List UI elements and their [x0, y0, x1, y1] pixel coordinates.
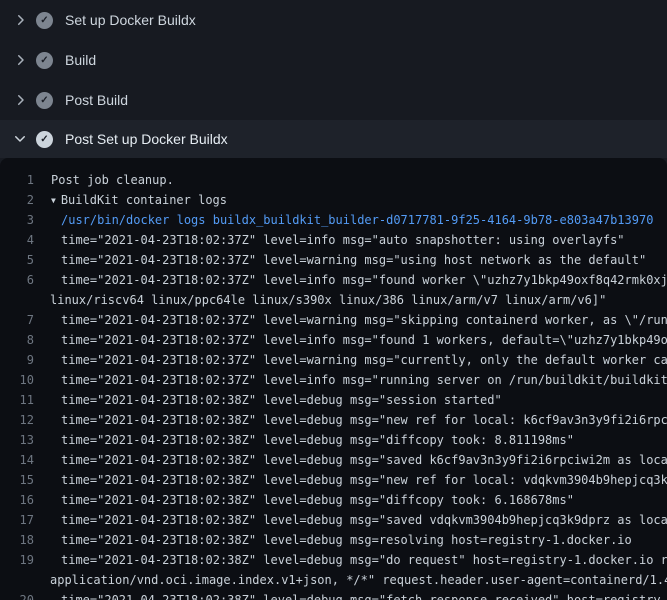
- log-text: time="2021-04-23T18:02:37Z" level=warnin…: [34, 250, 646, 270]
- line-number[interactable]: 4: [0, 230, 34, 250]
- line-number[interactable]: 13: [0, 430, 34, 450]
- line-number[interactable]: 8: [0, 330, 34, 350]
- check-circle-icon: ✓: [36, 52, 53, 69]
- log-line: 12time="2021-04-23T18:02:38Z" level=debu…: [0, 410, 667, 430]
- triangle-down-icon: ▼: [51, 196, 56, 205]
- step-label: Build: [65, 52, 96, 68]
- log-text: time="2021-04-23T18:02:37Z" level=info m…: [34, 370, 667, 390]
- check-circle-icon: ✓: [36, 92, 53, 109]
- log-text: time="2021-04-23T18:02:37Z" level=warnin…: [34, 310, 667, 330]
- log-line: 9time="2021-04-23T18:02:37Z" level=warni…: [0, 350, 667, 370]
- log-text: linux/riscv64 linux/ppc64le linux/s390x …: [34, 290, 606, 310]
- line-number[interactable]: 11: [0, 390, 34, 410]
- step-post-set-up-docker-buildx[interactable]: ✓ Post Set up Docker Buildx: [0, 120, 667, 158]
- log-group-header[interactable]: 2▼BuildKit container logs: [0, 190, 667, 210]
- log-line: 16time="2021-04-23T18:02:38Z" level=debu…: [0, 490, 667, 510]
- line-number[interactable]: 10: [0, 370, 34, 390]
- step-set-up-docker-buildx[interactable]: ✓ Set up Docker Buildx: [0, 0, 667, 40]
- line-number-spacer: [0, 570, 34, 590]
- line-number[interactable]: 9: [0, 350, 34, 370]
- step-label: Set up Docker Buildx: [65, 12, 196, 28]
- log-text: time="2021-04-23T18:02:38Z" level=debug …: [34, 490, 574, 510]
- log-line: 5time="2021-04-23T18:02:37Z" level=warni…: [0, 250, 667, 270]
- log-text: time="2021-04-23T18:02:38Z" level=debug …: [34, 510, 667, 530]
- line-number[interactable]: 17: [0, 510, 34, 530]
- line-number[interactable]: 5: [0, 250, 34, 270]
- log-line: 3/usr/bin/docker logs buildx_buildkit_bu…: [0, 210, 667, 230]
- line-number[interactable]: 6: [0, 270, 34, 290]
- log-line: 8time="2021-04-23T18:02:37Z" level=info …: [0, 330, 667, 350]
- log-text: time="2021-04-23T18:02:38Z" level=debug …: [34, 590, 667, 600]
- line-number[interactable]: 7: [0, 310, 34, 330]
- log-text: time="2021-04-23T18:02:37Z" level=info m…: [34, 330, 667, 350]
- log-text: time="2021-04-23T18:02:38Z" level=debug …: [34, 550, 667, 570]
- log-line: 13time="2021-04-23T18:02:38Z" level=debu…: [0, 430, 667, 450]
- steps-list: ✓ Set up Docker Buildx ✓ Build ✓ Post Bu…: [0, 0, 667, 158]
- line-number[interactable]: 20: [0, 590, 34, 600]
- log-text: application/vnd.oci.image.index.v1+json,…: [34, 570, 667, 590]
- line-number[interactable]: 16: [0, 490, 34, 510]
- line-number[interactable]: 12: [0, 410, 34, 430]
- line-number-spacer: [0, 290, 34, 310]
- chevron-right-icon: [12, 12, 28, 28]
- log-line: 14time="2021-04-23T18:02:38Z" level=debu…: [0, 450, 667, 470]
- chevron-right-icon: [12, 52, 28, 68]
- log-line: 4time="2021-04-23T18:02:37Z" level=info …: [0, 230, 667, 250]
- step-label: Post Build: [65, 92, 128, 108]
- log-text: time="2021-04-23T18:02:38Z" level=debug …: [34, 430, 574, 450]
- check-circle-icon: ✓: [36, 12, 53, 29]
- log-line-continuation: application/vnd.oci.image.index.v1+json,…: [0, 570, 667, 590]
- line-number[interactable]: 14: [0, 450, 34, 470]
- step-build[interactable]: ✓ Build: [0, 40, 667, 80]
- line-number[interactable]: 2: [0, 190, 34, 210]
- chevron-down-icon: [12, 131, 28, 147]
- log-line-continuation: linux/riscv64 linux/ppc64le linux/s390x …: [0, 290, 667, 310]
- check-circle-icon: ✓: [36, 131, 53, 148]
- line-number[interactable]: 1: [0, 170, 34, 190]
- log-line: 6time="2021-04-23T18:02:37Z" level=info …: [0, 270, 667, 290]
- step-post-build[interactable]: ✓ Post Build: [0, 80, 667, 120]
- line-number[interactable]: 3: [0, 210, 34, 230]
- chevron-right-icon: [12, 92, 28, 108]
- log-text: time="2021-04-23T18:02:38Z" level=debug …: [34, 470, 667, 490]
- log-line: 11time="2021-04-23T18:02:38Z" level=debu…: [0, 390, 667, 410]
- step-label: Post Set up Docker Buildx: [65, 131, 228, 147]
- log-area: 1Post job cleanup.2▼BuildKit container l…: [0, 158, 667, 600]
- log-line: 1Post job cleanup.: [0, 170, 667, 190]
- log-text: time="2021-04-23T18:02:37Z" level=info m…: [34, 230, 625, 250]
- log-line: 20time="2021-04-23T18:02:38Z" level=debu…: [0, 590, 667, 600]
- log-text: ▼BuildKit container logs: [34, 190, 227, 210]
- log-text: time="2021-04-23T18:02:37Z" level=info m…: [34, 270, 667, 290]
- log-text: time="2021-04-23T18:02:38Z" level=debug …: [34, 450, 667, 470]
- line-number[interactable]: 15: [0, 470, 34, 490]
- log-line: 19time="2021-04-23T18:02:38Z" level=debu…: [0, 550, 667, 570]
- log-line: 18time="2021-04-23T18:02:38Z" level=debu…: [0, 530, 667, 550]
- log-text: time="2021-04-23T18:02:38Z" level=debug …: [34, 410, 667, 430]
- line-number[interactable]: 19: [0, 550, 34, 570]
- log-text: time="2021-04-23T18:02:38Z" level=debug …: [34, 390, 502, 410]
- log-text: time="2021-04-23T18:02:37Z" level=warnin…: [34, 350, 667, 370]
- log-line: 15time="2021-04-23T18:02:38Z" level=debu…: [0, 470, 667, 490]
- log-text: Post job cleanup.: [34, 170, 174, 190]
- log-line: 7time="2021-04-23T18:02:37Z" level=warni…: [0, 310, 667, 330]
- line-number[interactable]: 18: [0, 530, 34, 550]
- log-line: 10time="2021-04-23T18:02:37Z" level=info…: [0, 370, 667, 390]
- log-line: 17time="2021-04-23T18:02:38Z" level=debu…: [0, 510, 667, 530]
- log-text: time="2021-04-23T18:02:38Z" level=debug …: [34, 530, 632, 550]
- command-text: /usr/bin/docker logs buildx_buildkit_bui…: [34, 210, 653, 230]
